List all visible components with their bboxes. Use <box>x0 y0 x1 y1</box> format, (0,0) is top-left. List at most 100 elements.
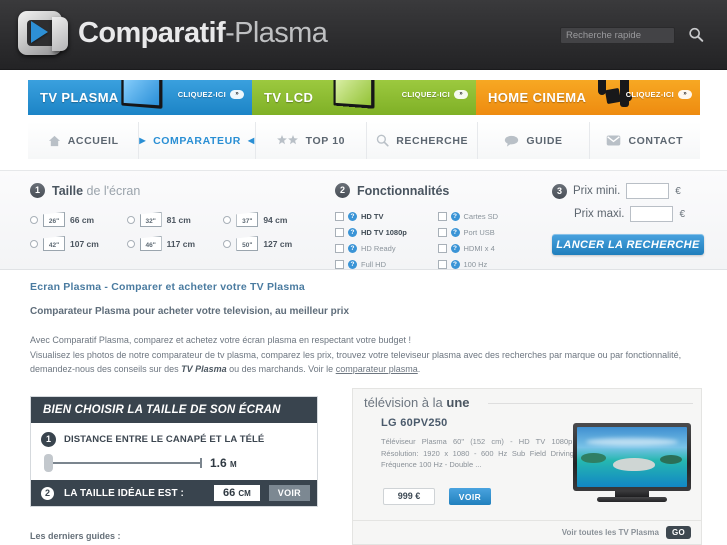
cp-play-logo-icon <box>14 8 68 58</box>
category-cta[interactable]: CLIQUEZ-ICI » <box>626 90 692 99</box>
price-min-input[interactable] <box>626 183 670 199</box>
screen-shape-icon: 26ʺ <box>43 212 65 227</box>
size-option-42[interactable]: 42ʺ 107 cm <box>30 236 127 251</box>
size-cm: 117 cm <box>166 238 196 249</box>
step-1-title-bold: Taille <box>52 183 84 198</box>
step-1-title-rest: de l'écran <box>83 183 141 198</box>
category-tile-home-cinema[interactable]: HOME CINEMA CLIQUEZ-ICI » <box>476 80 700 115</box>
radio-icon[interactable] <box>30 215 38 224</box>
search-icon[interactable] <box>687 26 705 44</box>
launch-search-button[interactable]: LANCER LA RECHERCHE <box>552 234 704 255</box>
size-inches: 46ʺ <box>145 242 156 249</box>
price-min-label: Prix mini. <box>573 185 621 197</box>
feature-full-hd[interactable]: ? Full HD <box>335 260 438 269</box>
help-icon[interactable]: ? <box>450 228 460 237</box>
feature-hd-tv-1080p[interactable]: ? HD TV 1080p <box>335 228 438 237</box>
feature-port-usb[interactable]: ? Port USB <box>437 228 541 237</box>
feature-hdmi-x4[interactable]: ? HDMI x 4 <box>437 244 541 253</box>
feature-cartes-sd[interactable]: ? Cartes SD <box>437 212 541 221</box>
nav-item-label: TOP 10 <box>305 134 346 147</box>
ideal-size-value: 66 CM <box>214 485 260 501</box>
radio-icon[interactable] <box>223 215 232 224</box>
step-1-title: Taille de l'écran <box>52 184 140 198</box>
radio-icon[interactable] <box>223 239 232 248</box>
last-guides-heading: Les derniers guides : <box>30 531 121 541</box>
nav-item-recherche[interactable]: RECHERCHE <box>367 122 479 159</box>
guide-step-2: 2 LA TAILLE IDÉALE EST : 66 CM VOIR <box>31 480 317 506</box>
guide-step-2-label: LA TAILLE IDÉALE EST : <box>64 487 184 499</box>
featured-panel-title: télévision à la une <box>364 395 470 410</box>
checkbox-icon[interactable] <box>335 244 344 253</box>
comparateur-plasma-link[interactable]: comparateur plasma <box>336 364 418 374</box>
feature-hd-tv[interactable]: ? HD TV <box>335 212 438 221</box>
checkbox-icon[interactable] <box>437 260 447 269</box>
nav-item-label: GUIDE <box>526 134 563 147</box>
distance-slider[interactable]: 1.6 M <box>44 454 307 472</box>
product-voir-button[interactable]: VOIR <box>449 488 491 505</box>
help-icon[interactable]: ? <box>348 244 357 253</box>
nav-item-label: RECHERCHE <box>396 134 469 147</box>
help-icon[interactable]: ? <box>450 260 460 269</box>
checkbox-icon[interactable] <box>335 228 344 237</box>
category-tile-tv-lcd[interactable]: TV LCD CLIQUEZ-ICI » <box>252 80 476 115</box>
product-panel-footer: Voir toutes les TV Plasma GO <box>353 520 701 544</box>
size-option-46[interactable]: 46ʺ 117 cm <box>126 236 224 251</box>
category-label: HOME CINEMA <box>488 90 587 105</box>
category-cta[interactable]: CLIQUEZ-ICI » <box>178 90 244 99</box>
checkbox-icon[interactable] <box>335 260 344 269</box>
nav-item-label: COMPARATEUR <box>153 134 241 147</box>
category-tile-tv-plasma[interactable]: TV PLASMA CLIQUEZ-ICI » <box>28 80 252 115</box>
site-logo[interactable]: Comparatif-Plasma <box>14 8 328 58</box>
feature-100-hz[interactable]: ? 100 Hz <box>437 260 541 269</box>
guide-step-number: 2 <box>40 485 55 501</box>
product-description: Téléviseur Plasma 60" (152 cm) - HD TV 1… <box>381 437 581 469</box>
panel-title-light: télévision à la <box>364 395 447 410</box>
nav-item-accueil[interactable]: ACCUEIL <box>28 122 140 159</box>
screen-shape-icon: 46ʺ <box>139 236 162 251</box>
slider-knob[interactable] <box>44 454 53 472</box>
feature-hd-ready[interactable]: ? HD Ready <box>335 244 438 253</box>
help-icon[interactable]: ? <box>450 212 460 221</box>
radio-icon[interactable] <box>126 215 135 224</box>
help-icon[interactable]: ? <box>348 228 357 237</box>
radio-icon[interactable] <box>30 239 38 248</box>
go-button[interactable]: GO <box>665 526 691 539</box>
nav-item-guide[interactable]: GUIDE <box>478 122 590 159</box>
guide-title: BIEN CHOISIR LA TAILLE DE SON ÉCRAN <box>31 397 317 423</box>
size-inches: 32ʺ <box>145 218 156 225</box>
chevron-badge-icon: » <box>454 90 468 99</box>
article-subheading: Comparateur Plasma pour acheter votre te… <box>30 306 349 317</box>
category-cta-label: CLIQUEZ-ICI <box>401 90 450 99</box>
article-section: Ecran Plasma - Comparer et acheter votre… <box>30 281 702 377</box>
slider-track[interactable] <box>44 454 202 472</box>
step-2-header: 2 Fonctionnalités <box>335 183 540 198</box>
checkbox-icon[interactable] <box>437 212 447 221</box>
product-name[interactable]: LG 60PV250 <box>381 417 448 429</box>
help-icon[interactable]: ? <box>348 212 357 221</box>
checkbox-icon[interactable] <box>335 212 344 221</box>
price-max-input[interactable] <box>630 206 674 222</box>
chevron-badge-icon: » <box>230 90 244 99</box>
size-cm: 127 cm <box>263 238 293 249</box>
see-all-label: Voir toutes les TV Plasma <box>561 528 659 537</box>
size-option-26[interactable]: 26ʺ 66 cm <box>30 212 127 227</box>
size-option-32[interactable]: 32ʺ 81 cm <box>126 212 224 227</box>
checkbox-icon[interactable] <box>437 228 447 237</box>
radio-icon[interactable] <box>126 239 135 248</box>
size-option-37[interactable]: 37ʺ 94 cm <box>223 212 320 227</box>
category-cta-label: CLIQUEZ-ICI <box>625 90 674 99</box>
step-number-badge: 1 <box>30 183 45 198</box>
article-paragraph-2b: ou des marchands. Voir le <box>226 364 336 374</box>
screen-shape-icon: 50ʺ <box>236 236 259 251</box>
category-cta[interactable]: CLIQUEZ-ICI » <box>402 90 468 99</box>
guide-voir-button[interactable]: VOIR <box>268 485 310 501</box>
size-option-50[interactable]: 50ʺ 127 cm <box>223 236 320 251</box>
help-icon[interactable]: ? <box>348 260 357 269</box>
nav-item-contact[interactable]: CONTACT <box>589 122 700 159</box>
nav-item-comparateur[interactable]: ▶ COMPARATEUR ◀ <box>139 122 256 159</box>
help-icon[interactable]: ? <box>450 244 460 253</box>
nav-item-top-10[interactable]: TOP 10 <box>255 122 368 159</box>
home-icon <box>48 135 61 147</box>
quick-search-input[interactable] <box>560 27 675 44</box>
checkbox-icon[interactable] <box>437 244 447 253</box>
